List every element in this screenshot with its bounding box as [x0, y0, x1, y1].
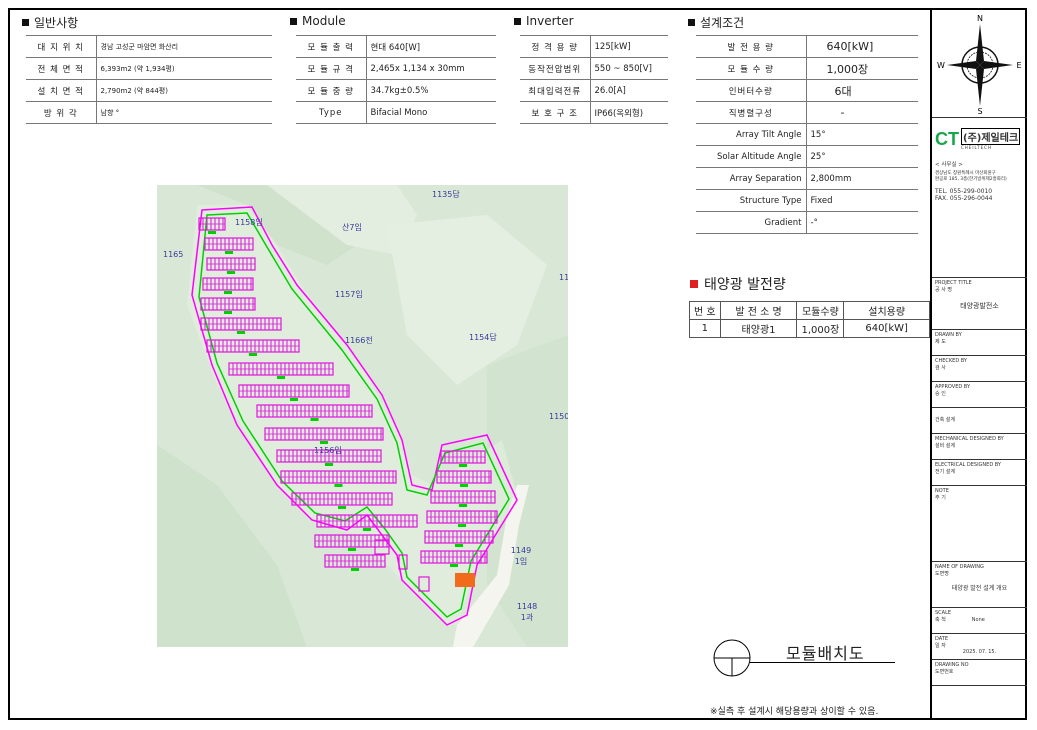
plant-title: 태양광 발전량 [690, 274, 786, 294]
design-title: 설계조건 [688, 14, 744, 31]
map-label: 1158임 [235, 218, 263, 227]
table-row: Solar Altitude Angle 25° [696, 145, 918, 168]
map-label: 1154답 [469, 332, 497, 342]
compass-icon: N S W E [937, 14, 1021, 116]
drawing-no-cell: DRAWING NO 도면번호 [932, 660, 1027, 686]
map-label: 1135답 [432, 189, 460, 199]
arch-design-cell: 건축 설계 [932, 408, 1027, 434]
plant-table: 번 호발 전 소 명 모듈수량 설치용량 1 태양광1 1,000장 640[kW] [689, 301, 930, 338]
inverter-box [455, 573, 475, 587]
map-label: 산7임 [342, 222, 362, 232]
note-cell: NOTE 주 기 [932, 486, 1027, 562]
map-label: 1165 [163, 250, 183, 259]
footer-note: ※실측 후 설계시 해당용량과 상이할 수 있음. [710, 707, 879, 717]
general-title: 일반사항 [22, 14, 78, 31]
approved-by-cell: APPROVED BY 승 인 [932, 382, 1027, 408]
inverter-title: Inverter [514, 14, 574, 28]
drawn-by-cell: DRAWN BY 제 도 [932, 330, 1027, 356]
table-header-row: 번 호발 전 소 명 모듈수량 설치용량 [689, 301, 930, 320]
inverter-table: 정 격 용 량 125[kW] 동작전압범위 550 ~ 850[V] 최대입력전류… [520, 35, 668, 124]
table-row: 발 전 용 량 640[kW] [696, 35, 918, 58]
drawing-sheet: 일반사항 대 지 위 치 경남 고성군 마암면 화산리 전 체 면 적 6,393m… [8, 8, 1027, 720]
scale-cell: SCALE 축 척 None [932, 608, 1027, 634]
table-row: 모 듈 규 격 2,465x 1,134 x 30mm [296, 57, 496, 80]
table-row: 1 태양광1 1,000장 640[kW] [689, 319, 930, 338]
svg-text:S: S [977, 107, 982, 116]
map-label: 11 [559, 273, 568, 282]
table-row: 직병렬구성 - [696, 101, 918, 124]
table-row: 인버터수량 6대 [696, 79, 918, 102]
table-row: 대 지 위 치 경남 고성군 마암면 화산리 [26, 35, 272, 58]
table-row: 모 듈 출 력 현대 640[W] [296, 35, 496, 58]
map-label: 1150 [549, 412, 568, 421]
table-row: 동작전압범위 550 ~ 850[V] [520, 57, 668, 80]
table-row: 방 위 각 남향 ° [26, 101, 272, 124]
map-label: 1157임 [335, 290, 363, 299]
site-map-svg: 1158임 1165 산7임 1135답 1157임 1166전 1154답 1… [157, 185, 568, 647]
table-row: Type Bifacial Mono [296, 101, 496, 124]
title-underline [750, 662, 895, 663]
table-row: 설 치 면 적 2,790m2 (약 844평) [26, 79, 272, 102]
table-row: Structure Type Fixed [696, 189, 918, 212]
elec-design-cell: ELECTRICAL DESIGNED BY 전기 설계 [932, 460, 1027, 486]
table-row: Array Separation 2,800mm [696, 167, 918, 190]
drawing-name-cell: NAME OF DRAWING 도면명 태양광 발전 설계 개요 [932, 562, 1027, 608]
table-row: 최대입력전류 26.0[A] [520, 79, 668, 102]
table-row: 모 듈 중 량 34.7kg±0.5% [296, 79, 496, 102]
table-row: 전 체 면 적 6,393m2 (약 1,934평) [26, 57, 272, 80]
checked-by-cell: CHECKED BY 검 사 [932, 356, 1027, 382]
project-title-cell: PROJECT TITLE 공 사 명 태양광발전소 [932, 278, 1027, 330]
site-map: 1158임 1165 산7임 1135답 1157임 1166전 1154답 1… [157, 185, 568, 647]
table-row: Gradient -° [696, 211, 918, 234]
svg-text:E: E [1016, 61, 1021, 70]
table-row: Array Tilt Angle 15° [696, 123, 918, 146]
general-table: 대 지 위 치 경남 고성군 마암면 화산리 전 체 면 적 6,393m2 (약 … [26, 35, 272, 124]
design-table: 발 전 용 량 640[kW] 모 듈 수 량 1,000장 인버터수량 6대 직병렬… [696, 35, 918, 234]
company-logo: CT (주)제일테크 CHEILTECH [935, 128, 1021, 150]
title-block: N S W E CT (주)제일테크 CHEILTECH < 사무실 > 경상남… [932, 10, 1027, 718]
section-symbol-icon [713, 639, 751, 677]
table-row: 보 호 구 조 IP66(옥외형) [520, 101, 668, 124]
map-label: 1166전 [345, 335, 373, 345]
module-table: 모 듈 출 력 현대 640[W] 모 듈 규 격 2,465x 1,134 x 3… [296, 35, 496, 124]
date-cell: DATE 일 자 2025. 07. 15. [932, 634, 1027, 660]
mech-design-cell: MECHANICAL DESIGNED BY 설비 설계 [932, 434, 1027, 460]
svg-text:N: N [977, 14, 983, 23]
map-label: 1156임 [314, 446, 342, 455]
layout-title: 모듈배치도 [786, 644, 865, 663]
company-cell: CT (주)제일테크 CHEILTECH < 사무실 > 경상남도 창원특례시 … [932, 118, 1027, 278]
main-area: 일반사항 대 지 위 치 경남 고성군 마암면 화산리 전 체 면 적 6,393m… [10, 10, 932, 718]
module-title: Module [290, 14, 346, 28]
compass-cell: N S W E [932, 10, 1027, 118]
table-row: 정 격 용 량 125[kW] [520, 35, 668, 58]
table-row: 모 듈 수 량 1,000장 [696, 57, 918, 80]
svg-text:W: W [937, 61, 945, 70]
